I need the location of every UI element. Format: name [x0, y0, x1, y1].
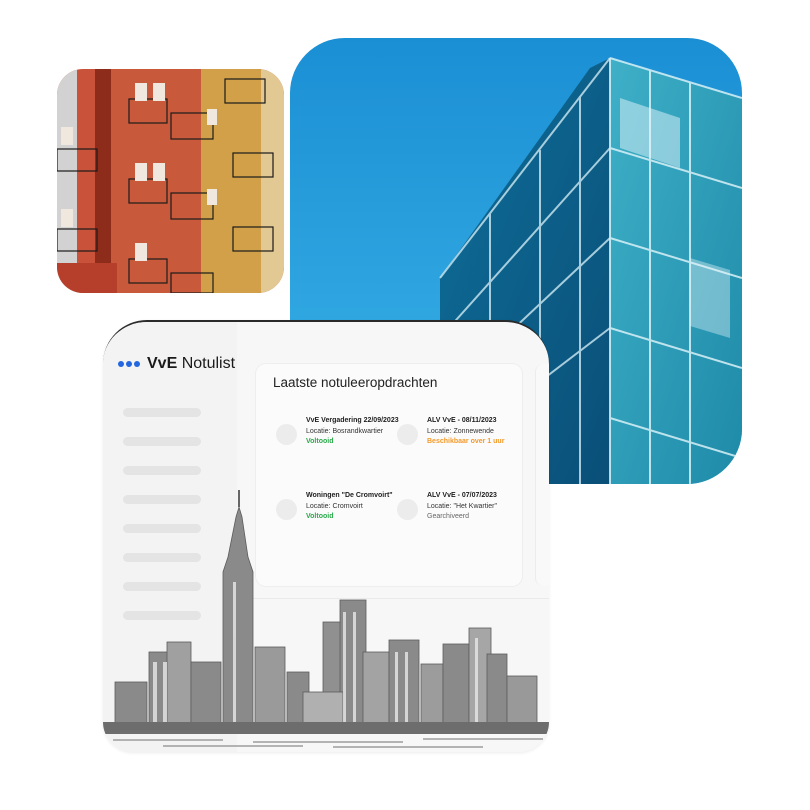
city-skyline-illustration	[103, 490, 549, 748]
apartment-photo	[57, 69, 284, 293]
app-window: VvE Notulist Laatste notuleeropdrachten …	[103, 320, 549, 752]
